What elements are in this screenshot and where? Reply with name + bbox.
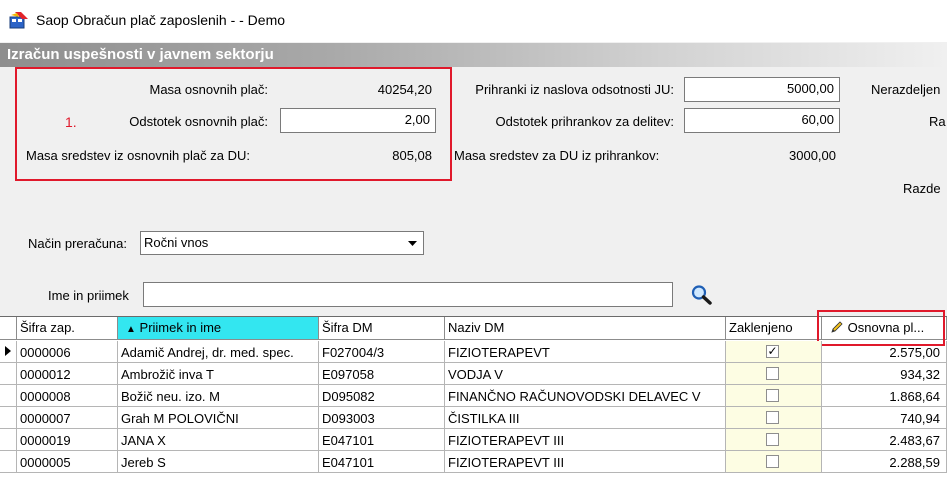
column-header-sifra-dm[interactable]: Šifra DM	[319, 317, 445, 340]
cell-osnovna[interactable]: 2.483,67	[822, 429, 947, 451]
row-indicator	[0, 385, 17, 407]
table-row[interactable]: 0000006 Adamič Andrej, dr. med. spec. F0…	[0, 341, 947, 363]
masa-prihrankov-value: 3000,00	[789, 148, 836, 163]
cell-zaklenjeno	[726, 385, 822, 407]
cell-sifra[interactable]: 0000006	[17, 341, 118, 363]
cell-ime[interactable]: Ambrožič inva T	[118, 363, 319, 385]
cell-sifra[interactable]: 0000005	[17, 451, 118, 473]
cell-ime[interactable]: Adamič Andrej, dr. med. spec.	[118, 341, 319, 363]
header-indicator	[0, 317, 17, 340]
cell-osnovna[interactable]: 2.288,59	[822, 451, 947, 473]
table-row[interactable]: 0000019 JANA X E047101 FIZIOTERAPEVT III…	[0, 429, 947, 451]
cell-naziv-dm[interactable]: FIZIOTERAPEVT III	[445, 451, 726, 473]
cell-zaklenjeno	[726, 363, 822, 385]
cell-zaklenjeno	[726, 451, 822, 473]
ime-priimek-label: Ime in priimek	[48, 288, 129, 303]
masa-prihrankov-label: Masa sredstev za DU iz prihrankov:	[454, 148, 660, 163]
cell-naziv-dm[interactable]: ČISTILKA III	[445, 407, 726, 429]
cell-sifra[interactable]: 0000019	[17, 429, 118, 451]
cell-sifra-dm[interactable]: E047101	[319, 451, 445, 473]
cell-sifra-dm[interactable]: D095082	[319, 385, 445, 407]
chevron-down-icon[interactable]	[403, 233, 422, 253]
row-pointer-icon	[5, 346, 11, 356]
prihranki-input[interactable]: 5000,00	[684, 77, 840, 102]
odstotek-prihrankov-label: Odstotek prihrankov za delitev:	[495, 114, 674, 129]
row-indicator	[0, 363, 17, 385]
zaklenjeno-checkbox[interactable]	[766, 433, 779, 446]
ime-priimek-input[interactable]	[143, 282, 673, 307]
row-pointer	[0, 341, 17, 363]
cell-osnovna[interactable]: 740,94	[822, 407, 947, 429]
cell-zaklenjeno	[726, 429, 822, 451]
cell-naziv-dm[interactable]: FIZIOTERAPEVT III	[445, 429, 726, 451]
cell-zaklenjeno: ✓	[726, 341, 822, 363]
cell-sifra[interactable]: 0000008	[17, 385, 118, 407]
column-header-priimek-ime-label: Priimek in ime	[139, 320, 222, 335]
sort-ascending-icon: ▲	[126, 324, 136, 335]
cell-sifra[interactable]: 0000007	[17, 407, 118, 429]
cell-ime[interactable]: Grah M POLOVIČNI	[118, 407, 319, 429]
column-header-zaklenjeno[interactable]: Zaklenjeno	[726, 317, 822, 340]
odstotek-prihrankov-input[interactable]: 60,00	[684, 108, 840, 133]
cell-zaklenjeno	[726, 407, 822, 429]
masa-sredstev-du-label: Masa sredstev iz osnovnih plač za DU:	[26, 148, 250, 163]
zaklenjeno-checkbox[interactable]	[766, 389, 779, 402]
prihranki-label: Prihranki iz naslova odsotnosti JU:	[475, 82, 674, 97]
row-indicator	[0, 407, 17, 429]
table-row[interactable]: 0000007 Grah M POLOVIČNI D093003 ČISTILK…	[0, 407, 947, 429]
ra-label: Ra	[929, 114, 946, 129]
table-row[interactable]: 0000008 Božič neu. izo. M D095082 FINANČ…	[0, 385, 947, 407]
nacin-preracuna-label: Način preračuna:	[28, 236, 127, 251]
search-icon[interactable]	[690, 284, 714, 306]
masa-osnovnih-place-value: 40254,20	[377, 82, 432, 97]
cell-naziv-dm[interactable]: VODJA V	[445, 363, 726, 385]
cell-sifra-dm[interactable]: F027004/3	[319, 341, 445, 363]
cell-osnovna[interactable]: 2.575,00	[822, 341, 947, 363]
odstotek-osnovnih-place-label: Odstotek osnovnih plač:	[129, 114, 268, 129]
window-title: Saop Obračun plač zaposlenih - - Demo	[36, 12, 286, 28]
zaklenjeno-checkbox[interactable]	[766, 411, 779, 424]
masa-sredstev-du-value: 805,08	[392, 148, 432, 163]
cell-ime[interactable]: JANA X	[118, 429, 319, 451]
table-row[interactable]: 0000005 Jereb S E047101 FIZIOTERAPEVT II…	[0, 451, 947, 473]
cell-osnovna[interactable]: 934,32	[822, 363, 947, 385]
column-header-naziv-dm[interactable]: Naziv DM	[445, 317, 726, 340]
zaklenjeno-checkbox[interactable]: ✓	[766, 345, 779, 358]
nerazdeljeno-label: Nerazdeljen	[871, 82, 941, 97]
zaklenjeno-checkbox[interactable]	[766, 455, 779, 468]
cell-ime[interactable]: Božič neu. izo. M	[118, 385, 319, 407]
zaklenjeno-checkbox[interactable]	[766, 367, 779, 380]
cell-sifra-dm[interactable]: E047101	[319, 429, 445, 451]
column-header-priimek-ime[interactable]: ▲ Priimek in ime	[118, 317, 319, 340]
row-indicator	[0, 429, 17, 451]
cell-sifra-dm[interactable]: D093003	[319, 407, 445, 429]
nacin-preracuna-value: Ročni vnos	[144, 235, 209, 250]
section-title: Izračun uspešnosti v javnem sektorju	[7, 46, 274, 63]
column-header-sifra-zap[interactable]: Šifra zap.	[17, 317, 118, 340]
table-row[interactable]: 0000012 Ambrožič inva T E097058 VODJA V …	[0, 363, 947, 385]
cell-naziv-dm[interactable]: FINANČNO RAČUNOVODSKI DELAVEC V	[445, 385, 726, 407]
cell-sifra[interactable]: 0000012	[17, 363, 118, 385]
app-icon	[9, 12, 28, 29]
row-indicator	[0, 451, 17, 473]
cell-ime[interactable]: Jereb S	[118, 451, 319, 473]
odstotek-osnovnih-place-input[interactable]: 2,00	[280, 108, 436, 133]
cell-sifra-dm[interactable]: E097058	[319, 363, 445, 385]
cell-osnovna[interactable]: 1.868,64	[822, 385, 947, 407]
razde-label: Razde	[903, 181, 941, 196]
masa-osnovnih-place-label: Masa osnovnih plač:	[149, 82, 268, 97]
cell-naziv-dm[interactable]: FIZIOTERAPEVT	[445, 341, 726, 363]
